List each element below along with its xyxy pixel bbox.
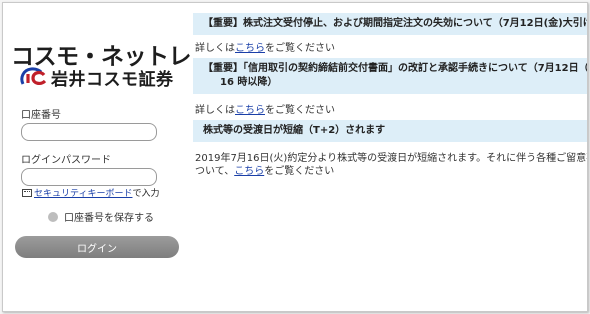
security-keyboard-suffix: で入力: [132, 189, 160, 199]
account-number-label: 口座番号: [21, 110, 61, 121]
news-body-suffix: をご覧ください: [264, 166, 335, 177]
news-body-prefix: 詳しくは: [195, 43, 235, 54]
news-body-prefix: 詳しくは: [195, 105, 235, 116]
news-body-suffix: をご覧ください: [265, 105, 335, 116]
account-number-input[interactable]: [21, 123, 157, 141]
news-column: 【重要】株式注文受付停止、および期間指定注文の失効について（7月12日(金)大引…: [193, 3, 587, 311]
save-account-label: 口座番号を保存する: [64, 213, 154, 224]
news-title: 株式等の受渡日が短縮（T+2）されます: [193, 120, 587, 142]
password-input[interactable]: [21, 168, 157, 186]
news-body-prefix: ついて、: [195, 166, 235, 177]
news-title-line: 16 時以降）: [220, 77, 278, 88]
news-detail-link[interactable]: こちら: [235, 43, 265, 54]
news-body: 詳しくはこちらをご覧ください: [195, 101, 335, 116]
security-keyboard-row: セキュリティキーボード で入力: [22, 186, 159, 199]
news-body-suffix: をご覧ください: [265, 43, 335, 54]
brand-logo: 岩井コスモ証券: [19, 66, 174, 90]
news-detail-link[interactable]: こちら: [234, 166, 264, 177]
news-title: 【重要】「信用取引の契約締結前交付書面」の改訂と承認手続きについて（7月12日（…: [193, 58, 587, 94]
login-button[interactable]: ログイン: [15, 236, 179, 258]
save-account-radio[interactable]: [48, 211, 58, 222]
news-title-line: 【重要】「信用取引の契約締結前交付書面」の改訂と承認手続きについて（7月12日（…: [203, 63, 588, 74]
company-logo-icon: [20, 67, 47, 85]
save-account-option[interactable]: 口座番号を保存する: [48, 209, 154, 224]
company-name: 岩井コスモ証券: [51, 69, 174, 90]
news-detail-link[interactable]: こちら: [235, 105, 265, 116]
password-label: ログインパスワード: [21, 155, 111, 166]
login-panel: コスモ・ネットレ 岩井コスモ証券 口座番号 ログインパスワード セキュリティキー…: [3, 3, 193, 311]
login-page: コスモ・ネットレ 岩井コスモ証券 口座番号 ログインパスワード セキュリティキー…: [2, 2, 588, 312]
security-keyboard-link[interactable]: セキュリティキーボード: [34, 186, 132, 199]
news-body: 詳しくはこちらをご覧ください: [195, 39, 335, 54]
keyboard-icon: [22, 188, 32, 197]
news-title: 【重要】株式注文受付停止、および期間指定注文の失効について（7月12日(金)大引…: [193, 13, 587, 35]
news-body: ついて、こちらをご覧ください: [195, 162, 334, 177]
